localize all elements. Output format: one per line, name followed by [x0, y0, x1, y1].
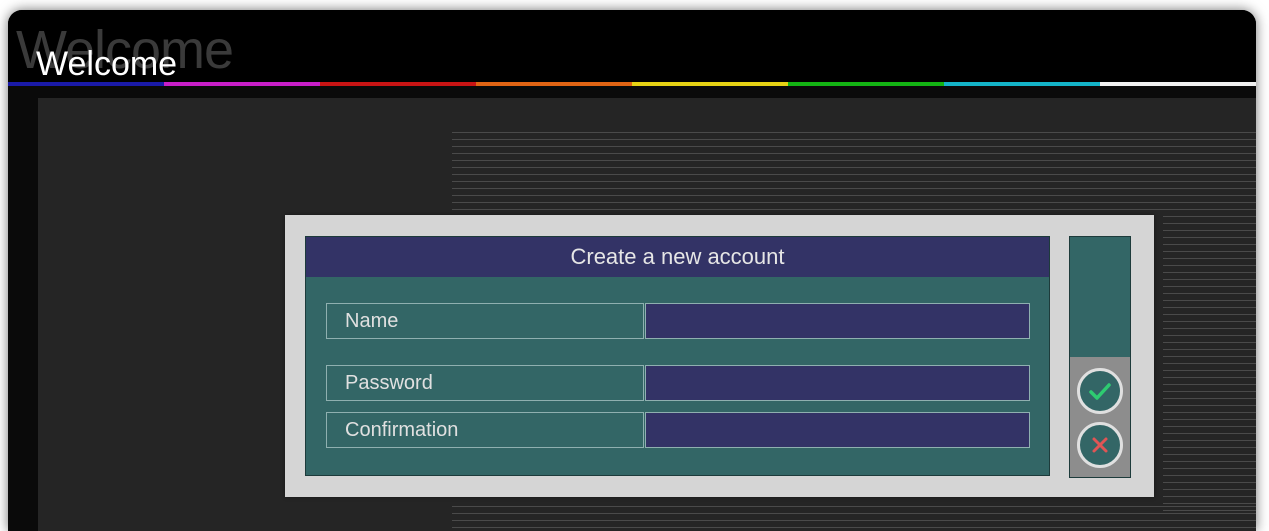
stripe-segment: [1100, 82, 1256, 86]
name-label: Name: [326, 303, 644, 339]
password-input[interactable]: [645, 365, 1030, 401]
create-account-dialog: Create a new account Name Password Confi…: [285, 215, 1154, 497]
account-form: Create a new account Name Password Confi…: [305, 236, 1050, 476]
decorative-lines-right: [1163, 216, 1256, 516]
dialog-header: Create a new account: [306, 237, 1049, 277]
password-label: Password: [326, 365, 644, 401]
window-title: Welcome: [36, 45, 178, 83]
confirmation-label: Confirmation: [326, 412, 644, 448]
decorative-lines-top: [452, 132, 1256, 216]
confirm-button[interactable]: [1077, 368, 1123, 414]
password-row: Password: [326, 365, 1030, 401]
stripe-segment: [476, 82, 632, 86]
action-panel: [1069, 236, 1131, 478]
checkmark-icon: [1089, 383, 1111, 400]
x-icon: [1092, 437, 1108, 453]
stripe-segment: [320, 82, 476, 86]
stripe-segment: [944, 82, 1100, 86]
title-bar: Welcome Welcome: [8, 10, 1256, 85]
name-input[interactable]: [645, 303, 1030, 339]
stripe-segment: [164, 82, 320, 86]
confirmation-row: Confirmation: [326, 412, 1030, 448]
stripe-segment: [788, 82, 944, 86]
stripe-segment: [8, 82, 164, 86]
confirmation-input[interactable]: [645, 412, 1030, 448]
decorative-lines-bottom: [452, 506, 1256, 531]
stripe-segment: [632, 82, 788, 86]
color-stripe: [8, 82, 1256, 86]
name-row: Name: [326, 303, 1030, 339]
cancel-button[interactable]: [1077, 422, 1123, 468]
